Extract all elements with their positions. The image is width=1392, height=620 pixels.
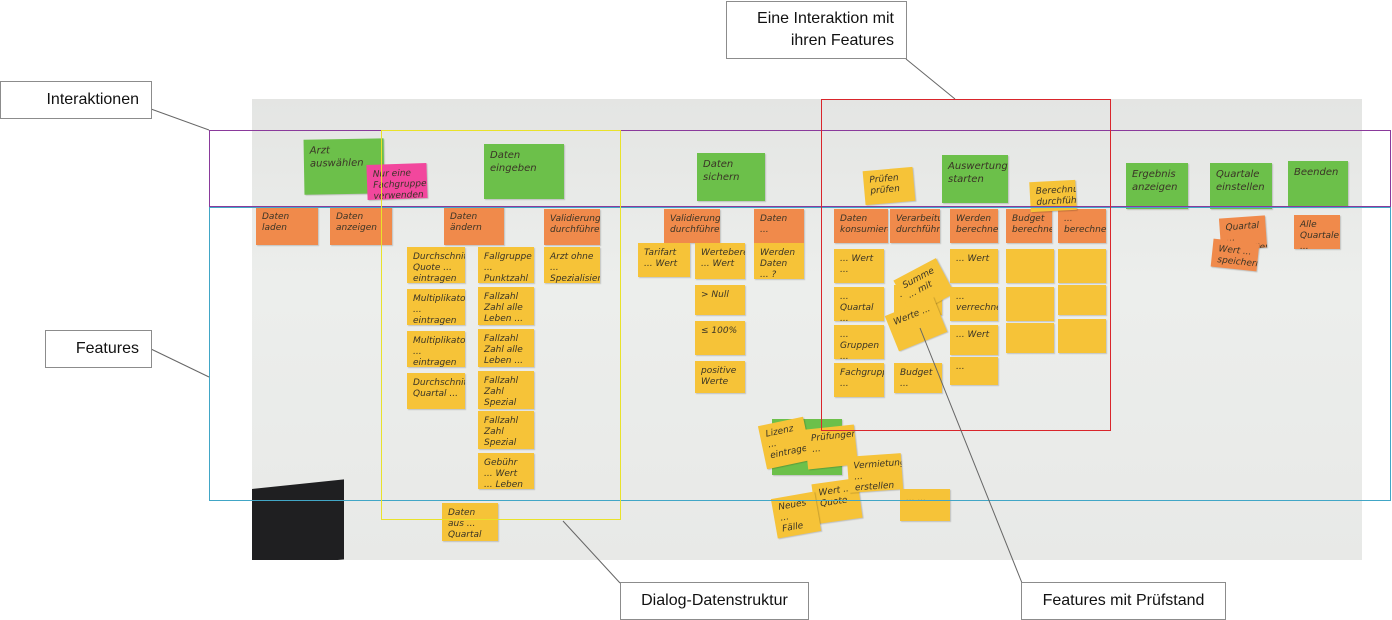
- note-werden-daten: Werden Daten ... ?: [754, 243, 804, 279]
- note-r3: ... Gruppen ...: [834, 325, 884, 359]
- note-r17: [1058, 285, 1106, 315]
- note-berechnung: Berechnung durchführen: [1029, 179, 1077, 213]
- callout-interaktionen-text: Interaktionen: [46, 91, 139, 108]
- note-cl6: ... ...: [900, 489, 950, 521]
- callout-dialog-datenstruktur: Dialog-Datenstruktur: [620, 582, 809, 620]
- note-daten-sichern: Daten sichern: [697, 153, 765, 201]
- note-right-2: Alle Quartale ...: [1294, 215, 1340, 249]
- note-null: > Null: [695, 285, 745, 315]
- callout-eine-interaktion: Eine Interaktion mit ihren Features: [726, 1, 907, 59]
- note-fallgruppe: Fallgruppe ... Punktzahl: [478, 247, 534, 283]
- note-daten-eingeben: Daten eingeben: [484, 144, 564, 199]
- note-budget: Budget berechnen: [1006, 209, 1052, 243]
- note-ergebnis-anzeigen: Ergebnis anzeigen: [1126, 163, 1188, 209]
- note-r12: ...: [950, 357, 998, 385]
- note-fallzahl-4: Fallzahl Zahl Spezial Leben ... R: [478, 411, 534, 449]
- whiteboard-photo: Arzt auswählen Nur eine Fachgruppe verwe…: [252, 99, 1362, 560]
- note-r13: [1006, 249, 1054, 283]
- callout-features-pruefstand: Features mit Prüfstand: [1021, 582, 1226, 620]
- note-daten-aendern: Daten ändern: [444, 207, 504, 245]
- note-right-3: Wert ... speichern: [1210, 238, 1260, 272]
- note-r10: ... verrechnen: [950, 287, 998, 321]
- callout-features: Features: [45, 330, 152, 368]
- note-verarbeitung: Verarbeitung durchführen: [890, 209, 940, 243]
- note-auswertung-starten: Auswertung starten: [942, 155, 1008, 203]
- note-fallzahl-3: Fallzahl Zahl Spezial Leben ... M: [478, 371, 534, 409]
- monitor-corner: [252, 479, 344, 560]
- note-multiplikator-2: Multiplikator ... eintragen: [407, 331, 465, 367]
- note-werden-berechnen: Werden berechnen: [950, 209, 998, 243]
- note-gebuehr: Gebühr ... Wert ... Leben: [478, 453, 534, 489]
- callout-features-text: Features: [75, 340, 139, 357]
- note-quartal: Durchschnitt Quartal ...: [407, 373, 465, 409]
- note-fachgruppe: Nur eine Fachgruppe verwenden: [366, 162, 428, 201]
- note-r8: Budget ...: [894, 363, 942, 393]
- note-100: ≤ 100%: [695, 321, 745, 355]
- callout-eine-interaktion-text: Eine Interaktion mit ihren Features: [757, 10, 894, 49]
- note-quartale-einstellen: Quartale einstellen: [1210, 163, 1272, 209]
- note-positive: positive Werte: [695, 361, 745, 393]
- note-fachbudget: ... berechnen: [1058, 209, 1106, 243]
- note-r18: [1058, 319, 1106, 353]
- note-multiplikator: Multiplikator ... eintragen: [407, 289, 465, 325]
- note-r11: ... Wert: [950, 325, 998, 355]
- note-r14: [1006, 287, 1054, 321]
- note-r9: ... Wert: [950, 249, 998, 283]
- note-fallzahl-1: Fallzahl Zahl alle Leben ... MF: [478, 287, 534, 325]
- note-daten-a: Daten ...: [754, 209, 804, 243]
- note-arzt-ohne: Arzt ohne ... Spezialisierung: [544, 247, 600, 283]
- note-r1: ... Wert ...: [834, 249, 884, 283]
- note-r15: [1006, 323, 1054, 353]
- note-fallzahl-2: Fallzahl Zahl alle Leben ... R: [478, 329, 534, 367]
- note-daten-anzeigen: Daten anzeigen: [330, 207, 392, 245]
- note-wertebereich: Wertebereich ... Wert: [695, 243, 745, 279]
- note-cl1: Lizenz ... eintragen: [757, 416, 813, 470]
- note-beenden: Beenden: [1288, 161, 1348, 207]
- note-daten-laden: Daten laden: [256, 207, 318, 245]
- note-r4: Fachgruppe ...: [834, 363, 884, 397]
- note-durchschnitt: Durchschnitts Quote ... eintragen: [407, 247, 465, 283]
- callout-interaktionen: Interaktionen: [0, 81, 152, 119]
- note-r16: [1058, 249, 1106, 283]
- note-cl4: Vermietung ... erstellen: [846, 453, 904, 493]
- note-validierung-2: Validierung durchführen: [664, 209, 720, 243]
- callout-dialog-datenstruktur-text: Dialog-Datenstruktur: [641, 592, 788, 609]
- callout-features-pruefstand-text: Features mit Prüfstand: [1042, 592, 1205, 609]
- note-cl5: Neues ... Fälle: [770, 491, 822, 539]
- note-r2: ... Quartal ...: [834, 287, 884, 321]
- note-pruefen: Prüfen prüfen: [862, 166, 916, 206]
- note-tarifart: Tarifart ... Wert: [638, 243, 690, 277]
- note-validierung: Validierung durchführen: [544, 209, 600, 245]
- note-daten-konsumieren: Daten konsumieren: [834, 209, 888, 243]
- note-daten-gross: Daten aus ... Quartal: [442, 503, 498, 541]
